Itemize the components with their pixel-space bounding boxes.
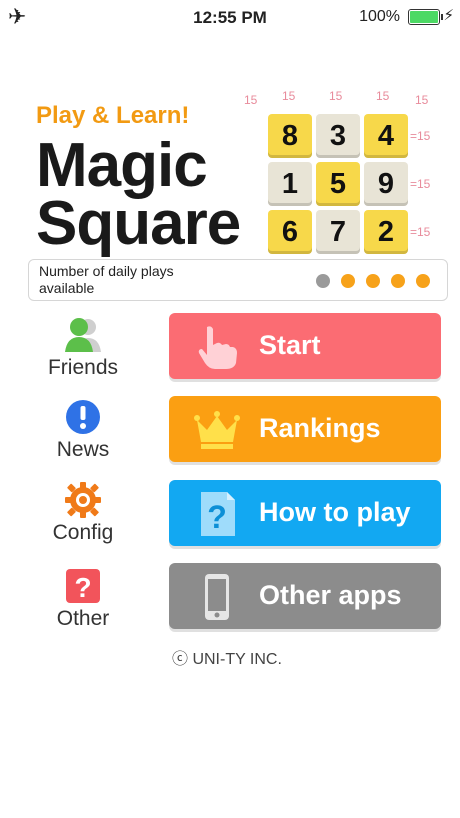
grid-cell: 6 [268, 210, 312, 254]
charging-icon: ⚡ [443, 7, 454, 24]
row-sum-2: =15 [410, 177, 431, 191]
diagonal-sum-right: 15 [415, 93, 429, 107]
friends-button[interactable]: Friends [30, 316, 136, 380]
play-dot-used [316, 274, 330, 288]
rankings-label: Rankings [259, 413, 381, 443]
play-dot-available [366, 274, 380, 288]
start-button[interactable]: Start [169, 313, 441, 379]
gear-icon [65, 482, 101, 518]
grid-cell: 7 [316, 210, 360, 254]
daily-plays-panel: Number of daily plays available [28, 259, 448, 301]
battery-percentage: 100% [359, 8, 400, 25]
news-button[interactable]: News [30, 398, 136, 462]
grid-cell: 2 [364, 210, 408, 254]
row-sum-1: =15 [410, 129, 431, 143]
grid-cell: 1 [268, 162, 312, 206]
config-label: Config [52, 521, 114, 544]
how-to-play-label: How to play [259, 497, 411, 527]
crown-icon [194, 411, 240, 449]
diagonal-sum-left: 15 [244, 93, 258, 107]
config-button[interactable]: Config [30, 481, 136, 545]
other-label: Other [56, 607, 110, 630]
start-label: Start [259, 330, 321, 360]
status-bar: ✈ 12:55 PM 100% ⚡ [0, 0, 460, 34]
play-dot-available [391, 274, 405, 288]
help-document-icon: ? [201, 492, 235, 536]
friends-icon [65, 318, 101, 352]
smartphone-icon [205, 574, 229, 620]
svg-text:?: ? [207, 499, 227, 535]
pointing-hand-icon [198, 326, 237, 369]
grid-cell: 9 [364, 162, 408, 206]
column-sum-2: 15 [329, 89, 343, 103]
column-sum-1: 15 [282, 89, 296, 103]
how-to-play-button[interactable]: ? How to play [169, 480, 441, 546]
other-apps-label: Other apps [259, 580, 402, 610]
row-sum-3: =15 [410, 225, 431, 239]
other-apps-button[interactable]: Other apps [169, 563, 441, 629]
friends-label: Friends [47, 356, 119, 379]
magic-square-grid: 8 3 4 1 5 9 6 7 2 [268, 114, 408, 254]
app-subtitle: Play & Learn! [36, 102, 190, 129]
svg-text:?: ? [74, 572, 91, 603]
daily-plays-label: Number of daily plays available [39, 263, 174, 296]
battery-icon [408, 9, 443, 25]
news-label: News [56, 438, 110, 461]
grid-cell: 4 [364, 114, 408, 158]
play-dot-available [416, 274, 430, 288]
other-button[interactable]: ? Other [30, 567, 136, 631]
play-dot-available [341, 274, 355, 288]
copyright-text: ⓒ UNI-TY INC. [172, 651, 282, 668]
grid-cell: 3 [316, 114, 360, 158]
column-sum-3: 15 [376, 89, 390, 103]
app-title-line2: Square [36, 189, 241, 258]
info-icon [66, 400, 100, 434]
grid-cell: 8 [268, 114, 312, 158]
grid-cell: 5 [316, 162, 360, 206]
rankings-button[interactable]: Rankings [169, 396, 441, 462]
question-icon: ? [66, 569, 100, 603]
